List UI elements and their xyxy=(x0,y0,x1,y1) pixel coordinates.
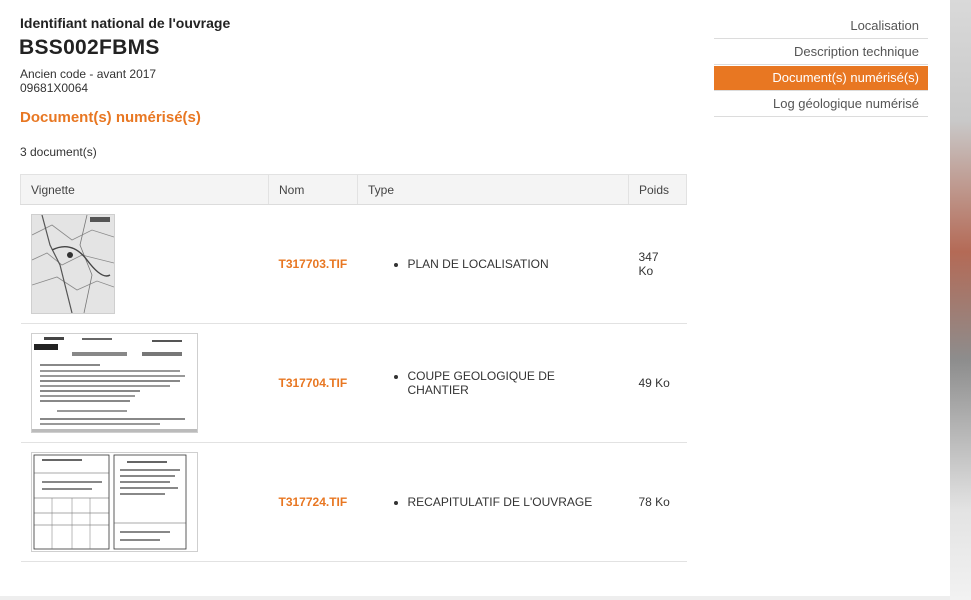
column-header-nom: Nom xyxy=(268,174,358,205)
form-thumbnail[interactable] xyxy=(30,452,198,552)
thumbnail-cell xyxy=(20,442,269,562)
geologic-log-thumbnail[interactable] xyxy=(30,333,198,433)
file-type-cell: PLAN DE LOCALISATION xyxy=(357,204,629,324)
nav-item-localisation[interactable]: Localisation xyxy=(714,14,928,39)
column-header-vignette: Vignette xyxy=(20,174,269,205)
file-link[interactable]: T317703.TIF xyxy=(279,257,348,271)
file-size: 347 Ko xyxy=(628,204,687,324)
file-type-cell: COUPE GEOLOGIQUE DE CHANTIER xyxy=(357,323,629,443)
file-name-cell: T317724.TIF xyxy=(268,442,358,562)
file-type: RECAPITULATIF DE L'OUVRAGE xyxy=(408,495,619,509)
file-size: 78 Ko xyxy=(628,442,687,562)
nav-item-description-technique[interactable]: Description technique xyxy=(714,40,928,65)
file-type-cell: RECAPITULATIF DE L'OUVRAGE xyxy=(357,442,629,562)
table-row: T317724.TIF RECAPITULATIF DE L'OUVRAGE 7… xyxy=(20,442,687,562)
file-size: 49 Ko xyxy=(628,323,687,443)
file-type: COUPE GEOLOGIQUE DE CHANTIER xyxy=(408,369,619,397)
file-link[interactable]: T317724.TIF xyxy=(279,495,348,509)
old-code-label: Ancien code - avant 2017 xyxy=(20,67,157,81)
table-row: T317704.TIF COUPE GEOLOGIQUE DE CHANTIER… xyxy=(20,323,687,443)
table-header-row: Vignette Nom Type Poids xyxy=(20,174,687,205)
bss-code: BSS002FBMS xyxy=(19,36,160,59)
file-name-cell: T317704.TIF xyxy=(268,323,358,443)
background-image-strip xyxy=(950,0,971,600)
map-thumbnail[interactable] xyxy=(30,214,115,314)
document-count: 3 document(s) xyxy=(20,145,97,159)
column-header-type: Type xyxy=(357,174,629,205)
file-link[interactable]: T317704.TIF xyxy=(279,376,348,390)
old-code-value: 09681X0064 xyxy=(20,81,89,95)
thumbnail-cell xyxy=(20,323,269,443)
section-title: Document(s) numérisé(s) xyxy=(20,109,201,126)
nav-item-log-geologique[interactable]: Log géologique numérisé xyxy=(714,92,928,117)
nav-item-documents-numerises[interactable]: Document(s) numérisé(s) xyxy=(714,66,928,91)
documents-table: Vignette Nom Type Poids T317703.TIF • PL… xyxy=(20,174,687,562)
column-header-poids: Poids xyxy=(628,174,687,205)
panel-bottom-shadow xyxy=(0,596,950,600)
file-type: PLAN DE LOCALISATION xyxy=(408,257,619,271)
section-nav: Localisation Description technique Docum… xyxy=(714,14,928,118)
table-row: T317703.TIF PLAN DE LOCALISATION 347 Ko xyxy=(20,204,687,324)
thumbnail-cell xyxy=(20,204,269,324)
identifier-label: Identifiant national de l'ouvrage xyxy=(20,15,231,31)
file-name-cell: T317703.TIF xyxy=(268,204,358,324)
